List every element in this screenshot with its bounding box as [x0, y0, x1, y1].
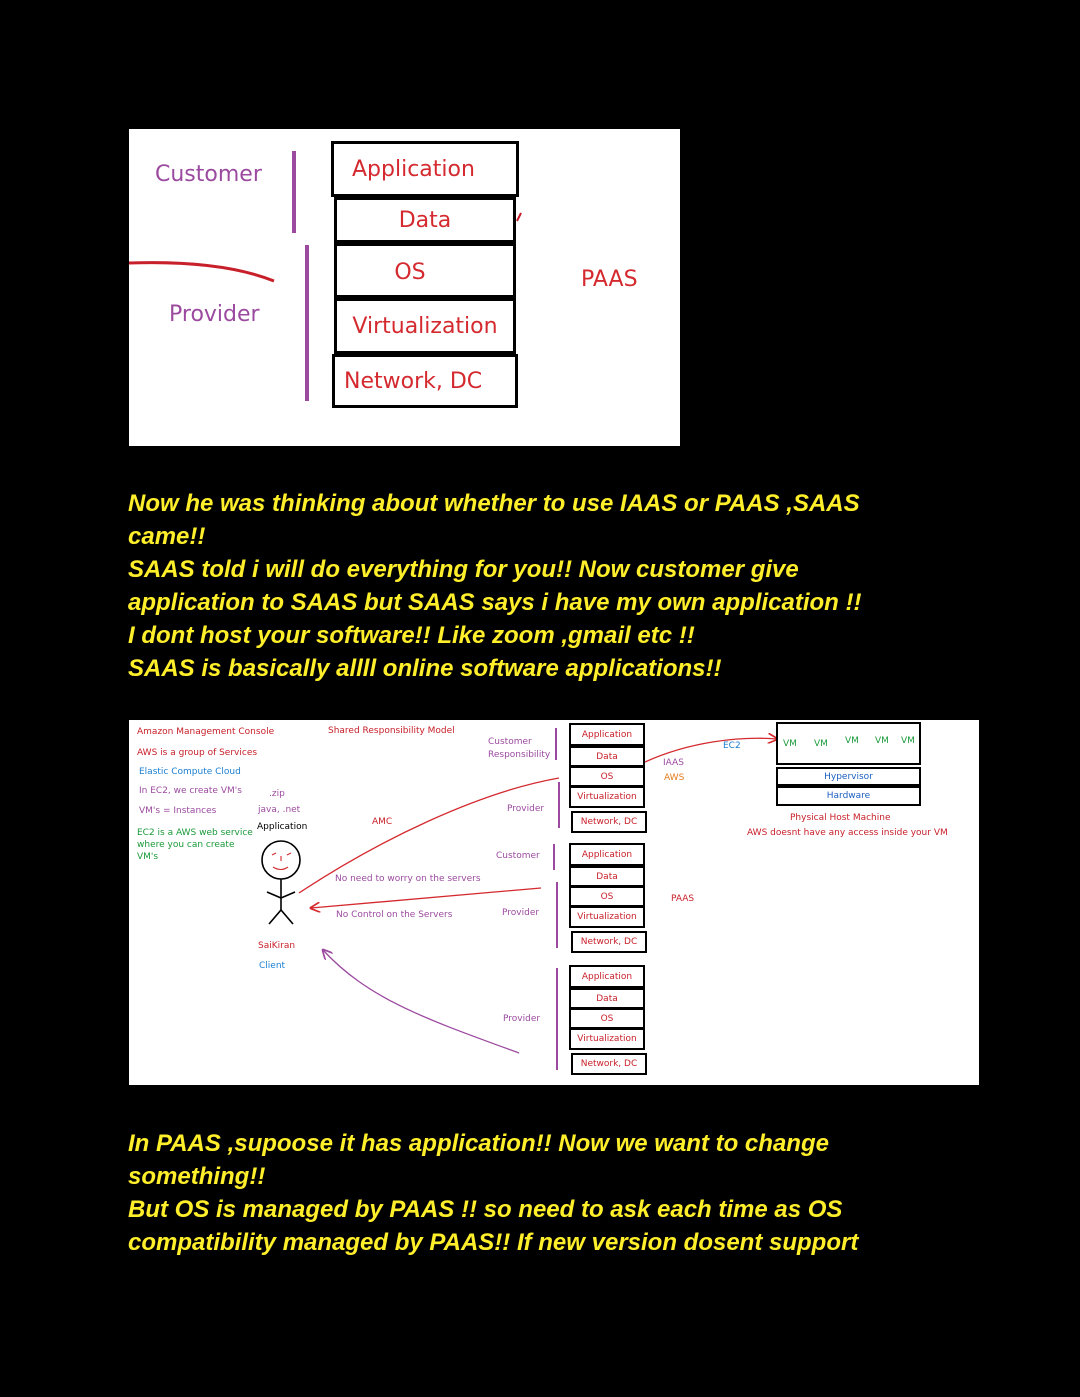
note-zip: .zip [269, 789, 285, 799]
group2-provider-label: Provider [502, 908, 540, 918]
g3-network-layer: Network, DC [571, 1053, 647, 1075]
ec2-label: EC2 [723, 741, 741, 751]
group2-customer-label: Customer [496, 851, 540, 861]
note-line: VM's [137, 852, 159, 862]
layer-label: Data [398, 207, 452, 233]
g2-network-layer: Network, DC [571, 931, 647, 953]
g3-application-layer: Application [569, 965, 645, 988]
shared-responsibility-diagram: Amazon Management Console AWS is a group… [129, 720, 979, 1085]
no-control-arrow [311, 887, 542, 908]
g3-virtualization-layer: Virtualization [569, 1028, 645, 1050]
group2-paas-label: PAAS [671, 894, 695, 904]
provider-label: Provider [169, 302, 260, 327]
caption-line: I dont host your software!! Like zoom ,g… [128, 622, 695, 649]
no-worry-note: No need to worry on the servers [335, 874, 481, 884]
g3-data-layer: Data [569, 988, 645, 1009]
customer-provider-divider-stroke [129, 261, 275, 283]
note-java: java, .net [258, 805, 301, 815]
caption-line: SAAS is basically allll online software … [128, 655, 722, 682]
g1-data-layer: Data [569, 746, 645, 767]
note-ec2-vms: In EC2, we create VM's [139, 786, 242, 796]
vm-label: VM [901, 736, 915, 746]
g2-virtualization-layer: Virtualization [569, 906, 645, 928]
srm-title: Shared Responsibility Model [328, 726, 455, 736]
note-console: Amazon Management Console [137, 727, 275, 737]
label-line: Customer [488, 737, 532, 747]
caption-line: something!! [128, 1163, 266, 1190]
g1-application-layer: Application [569, 723, 645, 746]
no-control-note: No Control on the Servers [336, 910, 453, 920]
client-label: Client [259, 961, 286, 971]
note-ecc: Elastic Compute Cloud [139, 767, 241, 777]
vm-label: VM [845, 736, 859, 746]
group3-provider-label: Provider [503, 1014, 541, 1024]
caption-line: application to SAAS but SAAS says i have… [128, 589, 862, 616]
caption-line: compatibility managed by PAAS!! If new v… [128, 1229, 859, 1256]
caption-line: SAAS told i will do everything for you!!… [128, 556, 799, 583]
g1-virtualization-layer: Virtualization [569, 786, 645, 808]
group1-provider-label: Provider [507, 804, 545, 814]
g2-data-layer: Data [569, 866, 645, 887]
layer-label: Application [352, 156, 475, 182]
vm-label: VM [875, 736, 889, 746]
vm-box: VM VM VM VM VM [776, 722, 921, 765]
paas-diagram: Customer Provider Application Data OS Vi… [129, 129, 680, 446]
g1-os-layer: OS [569, 766, 645, 787]
g2-application-layer: Application [569, 843, 645, 866]
group1-customer-label: Customer Responsibility [488, 736, 550, 762]
label-line: Responsibility [488, 750, 551, 760]
iaas-label: IAAS [663, 758, 684, 768]
no-access-note: AWS doesnt have any access inside your V… [747, 828, 948, 838]
client-face [271, 852, 292, 871]
stack-layer-application: Application [331, 141, 519, 197]
note-web-service: EC2 is a AWS web service where you can c… [137, 827, 253, 863]
note-instances: VM's = Instances [139, 806, 217, 816]
caption-line: Now he was thinking about whether to use… [128, 490, 860, 517]
client-legs [268, 908, 294, 925]
customer-label: Customer [155, 162, 262, 187]
layer-label: Network, DC [344, 368, 483, 394]
g1-network-layer: Network, DC [571, 811, 647, 833]
caption-line: In PAAS ,supoose it has application!! No… [128, 1130, 829, 1157]
caption-paragraph-1: Now he was thinking about whether to use… [128, 487, 928, 685]
stack-layer-data: Data [334, 197, 516, 243]
stack-layer-virtualization: Virtualization [334, 298, 516, 354]
caption-line: came!! [128, 523, 206, 550]
g3-os-layer: OS [569, 1008, 645, 1029]
hypervisor-layer: Hypervisor [776, 767, 921, 786]
client-name: SaiKiran [258, 941, 296, 951]
red-tick-stroke [516, 212, 522, 222]
hardware-layer: Hardware [776, 786, 921, 806]
paas-label: PAAS [581, 267, 638, 292]
caption-paragraph-2: In PAAS ,supoose it has application!! No… [128, 1127, 928, 1259]
aws-label: AWS [664, 773, 685, 783]
stack-layer-network: Network, DC [332, 354, 518, 408]
note-group: AWS is a group of Services [137, 748, 258, 758]
caption-line: But OS is managed by PAAS !! so need to … [128, 1196, 843, 1223]
g2-os-layer: OS [569, 886, 645, 907]
host-label: Physical Host Machine [790, 813, 891, 823]
note-line: EC2 is a AWS web service [137, 828, 253, 838]
note-application: Application [257, 822, 308, 832]
vm-label: VM [783, 739, 797, 749]
layer-label: OS [394, 260, 426, 285]
layer-label: Virtualization [352, 313, 498, 339]
stack-layer-os: OS [334, 243, 516, 298]
vm-label: VM [814, 739, 828, 749]
client-return-arrow [323, 950, 520, 1054]
note-line: where you can create [137, 840, 235, 850]
amc-label: AMC [372, 817, 393, 827]
